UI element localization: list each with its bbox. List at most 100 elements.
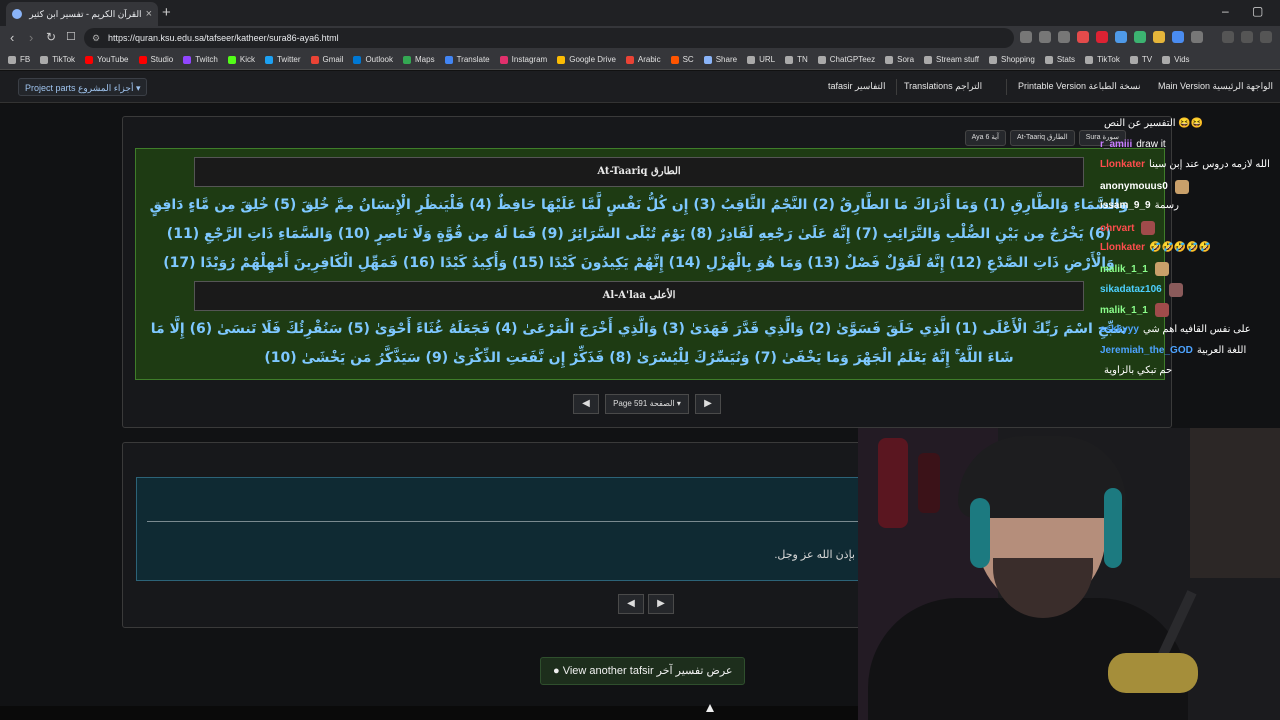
tafsir-link[interactable]: tafasir التفاسير bbox=[828, 81, 886, 92]
bookmark-item[interactable]: YouTube bbox=[85, 55, 129, 64]
bookmark-item[interactable]: SC bbox=[670, 55, 694, 64]
minimize-button[interactable]: – bbox=[1222, 4, 1229, 18]
next-aya-button[interactable]: ▶ bbox=[648, 594, 674, 614]
bookmark-label: ChatGPTeez bbox=[829, 55, 876, 64]
bookmark-item[interactable]: Gmail bbox=[310, 55, 344, 64]
share-icon[interactable] bbox=[1058, 31, 1070, 43]
back-icon[interactable]: ‹ bbox=[10, 30, 14, 45]
bookmark-favicon-icon bbox=[227, 55, 236, 64]
translations-link[interactable]: Translations التراجم bbox=[904, 81, 982, 92]
forward-icon[interactable]: › bbox=[29, 30, 33, 45]
browser-tab-strip: القرآن الكريم - تفسير ابن كثير - تف... ×… bbox=[0, 0, 1280, 26]
bookmark-label: Arabic bbox=[637, 55, 661, 64]
chat-username[interactable]: sskkyyy bbox=[1100, 324, 1139, 335]
chat-username[interactable]: anonymouus0 bbox=[1100, 181, 1168, 192]
rewards-icon[interactable] bbox=[1096, 31, 1108, 43]
bookmark-item[interactable]: Twitter bbox=[264, 55, 301, 64]
next-page-button[interactable]: ▶ bbox=[695, 394, 721, 414]
wallet-icon[interactable] bbox=[1241, 31, 1253, 43]
bookmark-item[interactable]: Vids bbox=[1162, 55, 1190, 64]
chat-username[interactable]: r_amiii bbox=[1100, 139, 1132, 150]
extension-icon[interactable] bbox=[1172, 31, 1184, 43]
previous-page-button[interactable]: ◀ bbox=[573, 394, 599, 414]
bookmark-favicon-icon bbox=[747, 55, 756, 64]
sura-selector[interactable]: At-Taariq الطارق bbox=[1010, 130, 1075, 146]
chat-username[interactable]: Llonkater bbox=[1100, 159, 1145, 170]
bookmark-label: TikTok bbox=[1097, 55, 1120, 64]
mouse-cursor-icon bbox=[706, 704, 714, 712]
chat-username[interactable]: ohrvart bbox=[1100, 223, 1134, 234]
bookmark-item[interactable]: ChatGPTeez bbox=[817, 55, 876, 64]
bookmark-item[interactable]: Maps bbox=[403, 55, 435, 64]
chat-username[interactable]: Jeremiah_the_GOD bbox=[1100, 345, 1193, 356]
printable-version-link[interactable]: Printable Version نسخة الطباعة bbox=[1018, 81, 1141, 92]
aya-selector[interactable]: Aya 6 آية bbox=[964, 130, 1006, 146]
bookmark-item[interactable]: FB bbox=[8, 55, 30, 64]
extensions-menu-icon[interactable] bbox=[1191, 31, 1203, 43]
extension-icon[interactable] bbox=[1115, 31, 1127, 43]
project-parts-dropdown[interactable]: Project parts أجزاء المشروع ▾ bbox=[18, 78, 148, 96]
bookmark-item[interactable]: Arabic bbox=[625, 55, 661, 64]
bookmark-item[interactable]: Translate bbox=[444, 55, 490, 64]
bookmark-item[interactable]: Stream stuff bbox=[924, 55, 979, 64]
bookmark-item[interactable]: Sora bbox=[885, 55, 914, 64]
chat-username[interactable]: sikadataz106 bbox=[1100, 284, 1162, 295]
taskbar-strip bbox=[0, 706, 858, 720]
bookmark-item[interactable]: Stats bbox=[1044, 55, 1075, 64]
bookmark-favicon-icon bbox=[85, 55, 94, 64]
bookmark-item[interactable]: Outlook bbox=[353, 55, 393, 64]
bookmark-item[interactable]: Twitch bbox=[183, 55, 218, 64]
brave-shield-icon[interactable] bbox=[1077, 31, 1089, 43]
browser-tab[interactable]: القرآن الكريم - تفسير ابن كثير - تف... × bbox=[6, 2, 158, 26]
bookmark-item[interactable]: Shopping bbox=[989, 55, 1035, 64]
bookmark-item[interactable]: Studio bbox=[138, 55, 173, 64]
quran-text-box: At-Taariq الطارق وَالسَّمَاءِ وَالطَّارِ… bbox=[135, 148, 1165, 380]
chat-message: ohrvart bbox=[1100, 221, 1156, 235]
close-tab-icon[interactable]: × bbox=[146, 8, 152, 20]
bookmark-favicon-icon bbox=[670, 55, 679, 64]
bookmark-label: Gmail bbox=[322, 55, 344, 64]
zoom-icon[interactable] bbox=[1039, 31, 1051, 43]
bookmark-item[interactable]: TikTok bbox=[40, 55, 75, 64]
site-info-icon[interactable]: ⚙ bbox=[92, 28, 100, 48]
chat-username[interactable]: Llonkater bbox=[1100, 242, 1145, 253]
chat-username[interactable]: issam_9_9 bbox=[1100, 200, 1151, 211]
main-version-link[interactable]: Main Version الواجهة الرئيسية bbox=[1158, 81, 1273, 92]
address-bar[interactable]: ⚙ https://quran.ksu.edu.sa/tafseer/kathe… bbox=[84, 28, 1014, 48]
previous-aya-button[interactable]: ◀ bbox=[618, 594, 644, 614]
sidebar-icon[interactable] bbox=[1222, 31, 1234, 43]
chat-text: draw it bbox=[1136, 138, 1166, 150]
bookmark-item[interactable]: Share bbox=[703, 55, 738, 64]
bookmark-label: Instagram bbox=[511, 55, 548, 64]
bookmark-item[interactable]: Instagram bbox=[499, 55, 548, 64]
chat-username[interactable]: malik_1_1 bbox=[1100, 305, 1148, 316]
bookmark-item[interactable]: Google Drive bbox=[557, 55, 616, 64]
sura-verses: وَالسَّمَاءِ وَالطَّارِقِ (1) وَمَا أَدْ… bbox=[149, 197, 1129, 271]
extension-icon[interactable] bbox=[1153, 31, 1165, 43]
chat-text: 🤣🤣🤣🤣🤣 bbox=[1149, 241, 1212, 253]
page-select[interactable]: Page 591 الصفحة ▾ bbox=[605, 394, 689, 414]
chat-message: sikadataz106 bbox=[1100, 282, 1183, 297]
maximize-button[interactable]: ▢ bbox=[1252, 4, 1263, 18]
translate-icon[interactable] bbox=[1020, 31, 1032, 43]
bookmark-favicon-icon bbox=[1044, 55, 1053, 64]
menu-icon[interactable] bbox=[1260, 31, 1272, 43]
bookmark-icon[interactable]: ☐ bbox=[66, 30, 76, 43]
reload-icon[interactable]: ↻ bbox=[46, 30, 56, 44]
bookmark-item[interactable]: Kick bbox=[227, 55, 255, 64]
bookmark-label: Stream stuff bbox=[936, 55, 980, 64]
bookmark-item[interactable]: TV bbox=[1129, 55, 1152, 64]
chat-username[interactable]: malik_1_1 bbox=[1100, 264, 1148, 275]
bookmark-item[interactable]: TN bbox=[785, 55, 808, 64]
page-pager: ◀ Page 591 الصفحة ▾ ▶ bbox=[573, 394, 721, 414]
bookmark-favicon-icon bbox=[310, 55, 319, 64]
bookmark-label: Share bbox=[715, 55, 738, 64]
site-navbar: Project parts أجزاء المشروع ▾ tafasir ال… bbox=[0, 71, 1280, 103]
bookmark-favicon-icon bbox=[989, 55, 998, 64]
extension-icon[interactable] bbox=[1134, 31, 1146, 43]
bookmark-item[interactable]: TikTok bbox=[1085, 55, 1120, 64]
view-another-tafsir-button[interactable]: ● View another tafsir عرض تفسير آخر bbox=[540, 657, 746, 685]
new-tab-button[interactable]: + bbox=[162, 4, 171, 21]
chat-message: issam_9_9 رسمة bbox=[1100, 200, 1179, 211]
bookmark-item[interactable]: URL bbox=[747, 55, 775, 64]
